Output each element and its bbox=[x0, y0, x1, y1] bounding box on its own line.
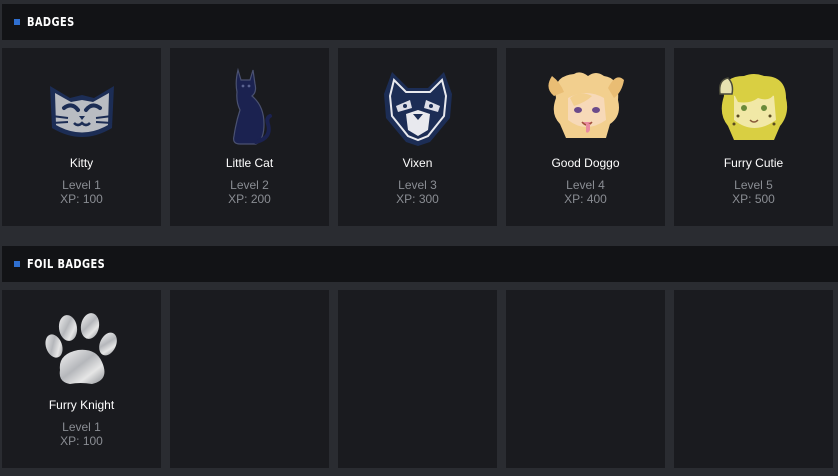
badge-name: Good Doggo bbox=[551, 156, 620, 170]
badges-grid: Kitty Level 1 XP: 100 Little Cat Level 2… bbox=[2, 48, 838, 226]
badge-xp: XP: 500 bbox=[732, 192, 775, 206]
section-marker-icon bbox=[14, 19, 20, 25]
wolf-face-icon bbox=[376, 66, 460, 150]
badge-card[interactable]: Good Doggo Level 4 XP: 400 bbox=[506, 48, 665, 226]
badge-name: Furry Knight bbox=[48, 398, 115, 412]
empty-badge-slot bbox=[506, 290, 665, 468]
badge-name: Vixen bbox=[402, 156, 433, 170]
badge-xp: XP: 400 bbox=[564, 192, 607, 206]
foil-badges-grid: Furry Knight Level 1 XP: 100 bbox=[2, 290, 838, 468]
dog-girl-portrait-icon bbox=[544, 66, 628, 150]
badge-xp: XP: 200 bbox=[228, 192, 271, 206]
section-title: Badges bbox=[27, 15, 75, 29]
empty-badge-slot bbox=[338, 290, 497, 468]
empty-badge-slot bbox=[674, 290, 833, 468]
silver-paw-icon bbox=[40, 308, 124, 392]
badge-level: Level 1 bbox=[62, 420, 101, 434]
badge-xp: XP: 100 bbox=[60, 434, 103, 448]
badge-level: Level 4 bbox=[566, 178, 605, 192]
badge-xp: XP: 100 bbox=[60, 192, 103, 206]
badge-level: Level 1 bbox=[62, 178, 101, 192]
cheetah-girl-portrait-icon bbox=[712, 66, 796, 150]
badge-card[interactable]: Kitty Level 1 XP: 100 bbox=[2, 48, 161, 226]
badge-name: Furry Cutie bbox=[723, 156, 784, 170]
badge-name: Little Cat bbox=[225, 156, 274, 170]
sitting-cat-icon bbox=[208, 66, 292, 150]
section-title: Foil Badges bbox=[27, 257, 106, 271]
empty-badge-slot bbox=[170, 290, 329, 468]
foil-badges-section-header: Foil Badges bbox=[2, 246, 838, 282]
badge-level: Level 5 bbox=[734, 178, 773, 192]
badge-xp: XP: 300 bbox=[396, 192, 439, 206]
badge-level: Level 3 bbox=[398, 178, 437, 192]
badge-level: Level 2 bbox=[230, 178, 269, 192]
badge-card[interactable]: Vixen Level 3 XP: 300 bbox=[338, 48, 497, 226]
badges-section-header: Badges bbox=[2, 4, 838, 40]
badge-name: Kitty bbox=[69, 156, 94, 170]
badge-card[interactable]: Furry Knight Level 1 XP: 100 bbox=[2, 290, 161, 468]
badge-card[interactable]: Little Cat Level 2 XP: 200 bbox=[170, 48, 329, 226]
section-marker-icon bbox=[14, 261, 20, 267]
kitty-face-icon bbox=[40, 66, 124, 150]
badge-card[interactable]: Furry Cutie Level 5 XP: 500 bbox=[674, 48, 833, 226]
